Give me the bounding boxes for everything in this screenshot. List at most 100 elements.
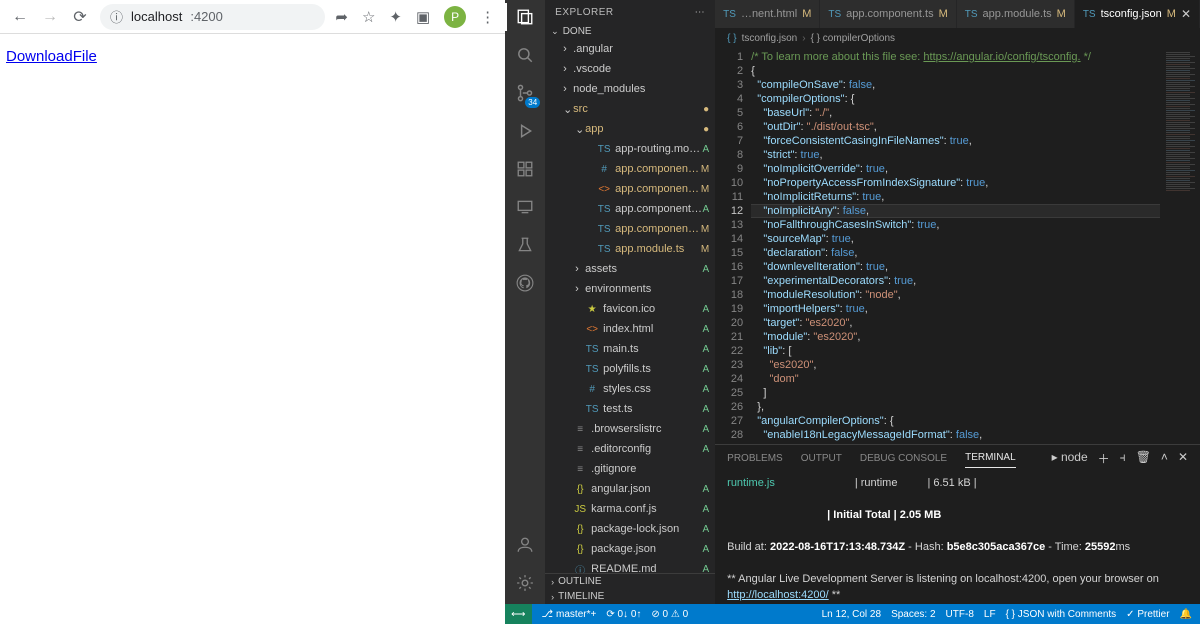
timeline-section[interactable]: ›TIMELINE xyxy=(545,589,715,604)
scm-icon[interactable]: 34 xyxy=(514,82,536,104)
file-item[interactable]: ★favicon.icoA xyxy=(545,299,715,319)
folder-item[interactable]: ›environments xyxy=(545,279,715,299)
explorer-icon[interactable] xyxy=(514,6,536,28)
extensions-icon[interactable]: ✦ xyxy=(389,8,402,26)
file-item[interactable]: #app.component.cssM xyxy=(545,159,715,179)
url-rest: :4200 xyxy=(190,9,223,24)
profile-avatar[interactable]: P xyxy=(444,6,466,28)
back-button[interactable]: ← xyxy=(10,7,30,27)
editor-tab[interactable]: TSapp.component.tsM xyxy=(820,0,956,28)
file-item[interactable]: TSpolyfills.tsA xyxy=(545,359,715,379)
output-tab[interactable]: OUTPUT xyxy=(801,449,842,468)
folder-item[interactable]: ›.vscode xyxy=(545,59,715,79)
search-icon[interactable] xyxy=(514,44,536,66)
browser-toolbar: ← → ⟳ ⓘ localhost :4200 ➦ ☆ ✦ ▣ P ⋮ xyxy=(0,0,505,34)
close-tab-icon[interactable]: ✕ xyxy=(1181,7,1191,21)
file-item[interactable]: {}angular.jsonA xyxy=(545,479,715,499)
file-item[interactable]: ≡.gitignore xyxy=(545,459,715,479)
file-item[interactable]: ≡.editorconfigA xyxy=(545,439,715,459)
file-item[interactable]: TSapp-routing.module.tsA xyxy=(545,139,715,159)
maximize-panel-icon[interactable]: ˄ xyxy=(1161,450,1168,467)
folder-item[interactable]: ⌄app● xyxy=(545,119,715,139)
explorer-title: EXPLORER xyxy=(555,7,613,18)
file-item[interactable]: <>index.htmlA xyxy=(545,319,715,339)
terminal-select-icon[interactable]: ▸ node xyxy=(1052,450,1088,467)
url-host: localhost xyxy=(131,9,182,24)
kill-terminal-icon[interactable]: 🗑 xyxy=(1136,450,1151,467)
address-bar[interactable]: ⓘ localhost :4200 xyxy=(100,4,325,30)
download-file-link[interactable]: DownloadFile xyxy=(6,48,97,65)
browser-window: ← → ⟳ ⓘ localhost :4200 ➦ ☆ ✦ ▣ P ⋮ Downl… xyxy=(0,0,505,624)
terminal-tab[interactable]: TERMINAL xyxy=(965,448,1016,468)
page-content: DownloadFile xyxy=(0,34,505,79)
bottom-panel: PROBLEMS OUTPUT DEBUG CONSOLE TERMINAL ▸… xyxy=(715,444,1200,604)
file-item[interactable]: TSmain.tsA xyxy=(545,339,715,359)
close-panel-icon[interactable]: ✕ xyxy=(1178,450,1188,467)
folder-item[interactable]: ›node_modules xyxy=(545,79,715,99)
scm-badge: 34 xyxy=(525,97,540,108)
git-sync[interactable]: ⟳ 0↓ 0↑ xyxy=(606,609,641,620)
outline-section[interactable]: ›OUTLINE xyxy=(545,574,715,589)
file-item[interactable]: TSapp.module.tsM xyxy=(545,239,715,259)
new-terminal-icon[interactable]: ＋ xyxy=(1098,450,1110,467)
folder-item[interactable]: ⌄src● xyxy=(545,99,715,119)
editor-area: TS…nent.htmlMTSapp.component.tsMTSapp.mo… xyxy=(715,0,1200,604)
remote-icon[interactable] xyxy=(514,196,536,218)
editor-tab[interactable]: TSapp.module.tsM xyxy=(957,0,1075,28)
testing-icon[interactable] xyxy=(514,234,536,256)
settings-icon[interactable] xyxy=(514,572,536,594)
folder-item[interactable]: ›assetsA xyxy=(545,259,715,279)
editor-tab[interactable]: TStsconfig.jsonM✕ xyxy=(1075,0,1200,28)
file-item[interactable]: <>app.component.htmlM xyxy=(545,179,715,199)
file-item[interactable]: ≡.browserslistrcA xyxy=(545,419,715,439)
vscode-window: 34 EXPLORER ⋯ ⌄DONE ›.angular›.vscode›no… xyxy=(505,0,1200,624)
explorer-sidebar: EXPLORER ⋯ ⌄DONE ›.angular›.vscode›node_… xyxy=(545,0,715,604)
language-mode[interactable]: { } JSON with Comments xyxy=(1006,609,1117,620)
file-item[interactable]: TStest.tsA xyxy=(545,399,715,419)
breadcrumb[interactable]: { } tsconfig.json › { } compilerOptions xyxy=(715,28,1200,48)
file-item[interactable]: JSkarma.conf.jsA xyxy=(545,499,715,519)
debug-icon[interactable] xyxy=(514,120,536,142)
editor-tab[interactable]: TS…nent.htmlM xyxy=(715,0,820,28)
file-item[interactable]: TSapp.component.tsM xyxy=(545,219,715,239)
panel-icon[interactable]: ▣ xyxy=(416,8,430,26)
editor-tabs: TS…nent.htmlMTSapp.component.tsMTSapp.mo… xyxy=(715,0,1200,28)
code-editor[interactable]: /* To learn more about this file see: ht… xyxy=(751,48,1160,444)
share-icon[interactable]: ➦ xyxy=(335,8,348,26)
activity-bar: 34 xyxy=(505,0,545,604)
debug-console-tab[interactable]: DEBUG CONSOLE xyxy=(860,449,947,468)
file-item[interactable]: ⓘREADME.mdA xyxy=(545,559,715,573)
root-folder[interactable]: ⌄DONE xyxy=(545,24,715,39)
file-item[interactable]: {}package.jsonA xyxy=(545,539,715,559)
prettier-status[interactable]: ✓ Prettier xyxy=(1126,609,1169,620)
status-bar: ⟷ ⎇ master*+ ⟳ 0↓ 0↑ ⊘ 0 ⚠ 0 Ln 12, Col … xyxy=(505,604,1200,624)
reload-button[interactable]: ⟳ xyxy=(70,7,90,27)
explorer-title-bar: EXPLORER ⋯ xyxy=(545,0,715,24)
line-gutter: 1234567891011121314151617181920212223242… xyxy=(715,48,751,444)
terminal-output[interactable]: runtime.js| runtime| 6.51 kB | | Initial… xyxy=(715,471,1200,604)
site-info-icon[interactable]: ⓘ xyxy=(110,7,123,26)
git-branch[interactable]: ⎇ master*+ xyxy=(542,609,597,620)
file-item[interactable]: TSapp.component.spec.tsA xyxy=(545,199,715,219)
folder-item[interactable]: ›.angular xyxy=(545,39,715,59)
eol[interactable]: LF xyxy=(984,609,996,620)
minimap[interactable] xyxy=(1160,48,1200,444)
cursor-position[interactable]: Ln 12, Col 28 xyxy=(822,609,882,620)
file-item[interactable]: {}package-lock.jsonA xyxy=(545,519,715,539)
github-icon[interactable] xyxy=(514,272,536,294)
split-terminal-icon[interactable]: ⫞ xyxy=(1120,450,1126,467)
problems-tab[interactable]: PROBLEMS xyxy=(727,449,783,468)
explorer-menu-icon[interactable]: ⋯ xyxy=(695,7,706,18)
menu-icon[interactable]: ⋮ xyxy=(480,8,495,26)
problems-status[interactable]: ⊘ 0 ⚠ 0 xyxy=(651,609,688,620)
file-item[interactable]: #styles.cssA xyxy=(545,379,715,399)
bookmark-icon[interactable]: ☆ xyxy=(362,8,375,26)
indentation[interactable]: Spaces: 2 xyxy=(891,609,935,620)
extensions-icon[interactable] xyxy=(514,158,536,180)
panel-tabs: PROBLEMS OUTPUT DEBUG CONSOLE TERMINAL ▸… xyxy=(715,445,1200,471)
encoding[interactable]: UTF-8 xyxy=(946,609,974,620)
remote-indicator[interactable]: ⟷ xyxy=(505,604,531,624)
account-icon[interactable] xyxy=(514,534,536,556)
forward-button[interactable]: → xyxy=(40,7,60,27)
notifications-icon[interactable]: 🔔 xyxy=(1180,609,1192,620)
